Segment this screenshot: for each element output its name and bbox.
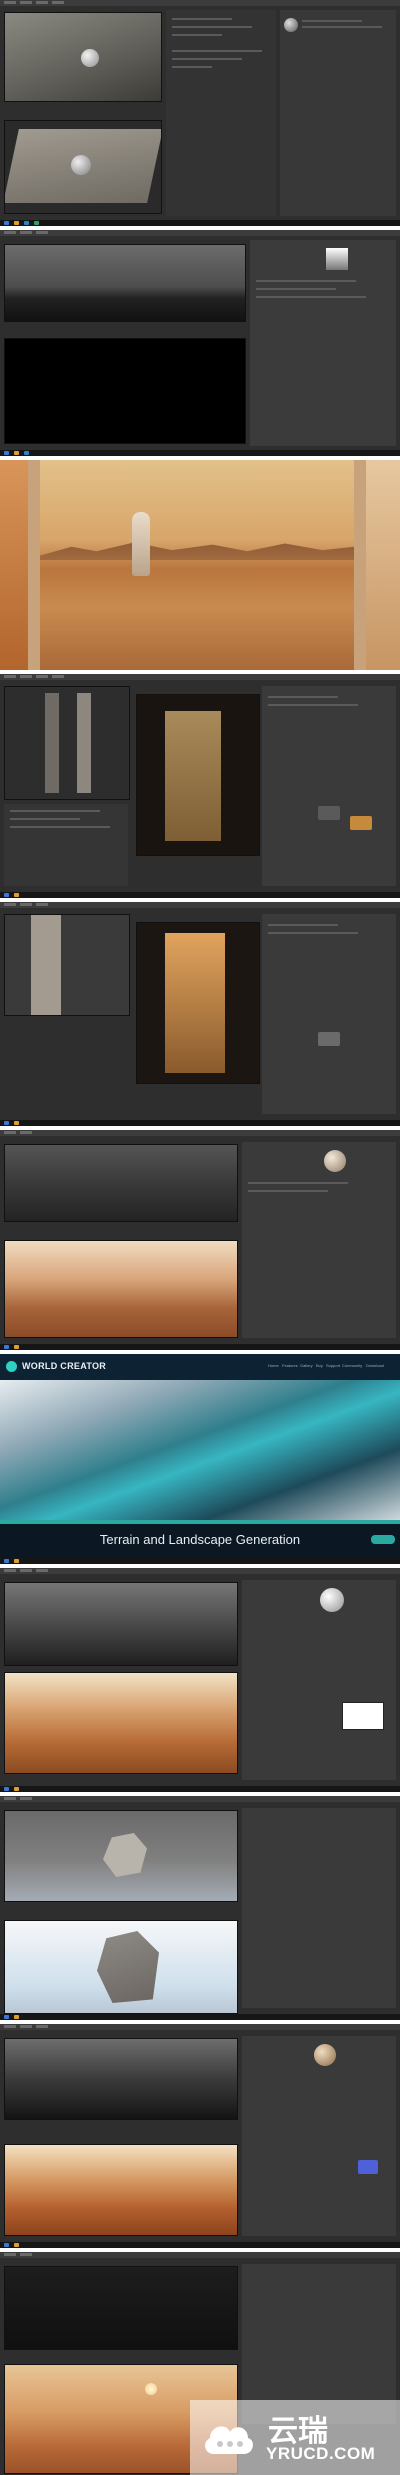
object-list (4, 804, 128, 886)
material-preview[interactable] (314, 2044, 336, 2066)
attribute-panel (242, 2036, 396, 2236)
attribute-panel (166, 10, 276, 216)
menu-bar[interactable] (0, 2252, 400, 2258)
viewport-render[interactable] (4, 338, 246, 444)
panel-corridor-walls (0, 674, 400, 898)
node-b[interactable] (350, 816, 372, 830)
attribute-panel (262, 686, 396, 886)
menu-bar[interactable] (0, 0, 400, 6)
viewport-rock-3d[interactable] (4, 1810, 238, 1902)
panel-dunes (0, 2024, 400, 2248)
wall-right (77, 693, 91, 793)
menu-bar[interactable] (0, 1568, 400, 1574)
viewport-perspective[interactable] (4, 120, 162, 214)
viewport-terrain-3d[interactable] (4, 1144, 238, 1222)
viewport-dunes-render[interactable] (4, 2144, 238, 2236)
node-a[interactable] (318, 806, 340, 820)
rock-model-render (97, 1931, 159, 2003)
menu-bar[interactable] (0, 1796, 400, 1802)
mountains (40, 542, 354, 560)
viewport-rock-render[interactable] (4, 1920, 238, 2014)
node-a[interactable] (318, 1032, 340, 1046)
rock-model (103, 1833, 147, 1877)
panel-terrain-render (0, 1568, 400, 1792)
attribute-panel (250, 240, 396, 446)
color-picker[interactable] (342, 1702, 384, 1730)
panel-rock-model (0, 1796, 400, 2020)
watermark: 云瑞 YRUCD.COM (190, 2400, 400, 2475)
astronaut-figure (132, 512, 150, 576)
viewport-terrain-3d[interactable] (4, 1582, 238, 1666)
viewport-corridor-render[interactable] (136, 694, 260, 856)
cloud-icon (205, 2426, 253, 2454)
wall-block (31, 915, 61, 1015)
viewport-corridor-3d[interactable] (4, 914, 130, 1016)
material-preview[interactable] (324, 1150, 346, 1172)
menu-bar[interactable] (0, 2024, 400, 2030)
viewport-3d[interactable] (4, 2266, 238, 2350)
watermark-brand-en: YRUCD.COM (266, 2444, 376, 2463)
attribute-panel (242, 1142, 396, 1338)
nav-download[interactable]: Download (366, 1363, 384, 1368)
viewport-terrain-render[interactable] (4, 1672, 238, 1774)
sun (145, 2383, 157, 2395)
attribute-panel (242, 1580, 396, 1780)
attribute-panel (242, 1808, 396, 2008)
panel-corridor-light (0, 902, 400, 1126)
hero-image (0, 1380, 400, 1520)
attribute-panel (262, 914, 396, 1114)
panel-rock-sphere-ground (0, 0, 400, 226)
panel-dark-horizon (0, 230, 400, 456)
nav-support[interactable]: Support (326, 1363, 340, 1368)
material-panel (280, 10, 396, 216)
panel-world-creator-site: WORLD CREATOR Home Features Gallery Buy … (0, 1354, 400, 1564)
nav-buy[interactable]: Buy (316, 1363, 323, 1368)
nav-home[interactable]: Home (268, 1363, 279, 1368)
rock-sphere (81, 49, 99, 67)
hero-band (0, 1520, 400, 1524)
gradient-preview (326, 248, 348, 270)
world-creator-logo-icon[interactable] (6, 1361, 17, 1372)
site-header: WORLD CREATOR Home Features Gallery Buy … (0, 1354, 400, 1380)
menu-bar[interactable] (0, 1130, 400, 1136)
menu-bar[interactable] (0, 230, 400, 236)
viewport-corridor-render[interactable] (136, 922, 260, 1084)
astronaut-image (40, 460, 354, 670)
rock-sphere-perspective (71, 155, 91, 175)
left-edge-image (0, 460, 28, 670)
menu-bar[interactable] (0, 674, 400, 680)
chat-button[interactable] (371, 1535, 395, 1544)
nav-features[interactable]: Features (282, 1363, 298, 1368)
viewport-terrain-render[interactable] (4, 1240, 238, 1338)
viewport-corridor-3d[interactable] (4, 686, 130, 800)
material-preview[interactable] (284, 18, 298, 32)
viewport-dunes-3d[interactable] (4, 2038, 238, 2120)
wall-left (45, 693, 59, 793)
viewport-top[interactable] (4, 12, 162, 102)
corridor-light (165, 711, 221, 841)
menu-bar[interactable] (0, 902, 400, 908)
panel-astronaut-render (0, 460, 400, 670)
nav-gallery[interactable]: Gallery (300, 1363, 313, 1368)
nav-community[interactable]: Community (342, 1363, 362, 1368)
node-blue[interactable] (358, 2160, 378, 2174)
viewport-top[interactable] (4, 244, 246, 322)
site-title[interactable]: WORLD CREATOR (22, 1361, 106, 1371)
hero-heading: Terrain and Landscape Generation (99, 1532, 301, 1547)
right-edge-image (366, 460, 400, 670)
panel-rocky-terrain (0, 1130, 400, 1350)
corridor-sky (165, 933, 225, 1073)
material-preview[interactable] (320, 1588, 344, 1612)
